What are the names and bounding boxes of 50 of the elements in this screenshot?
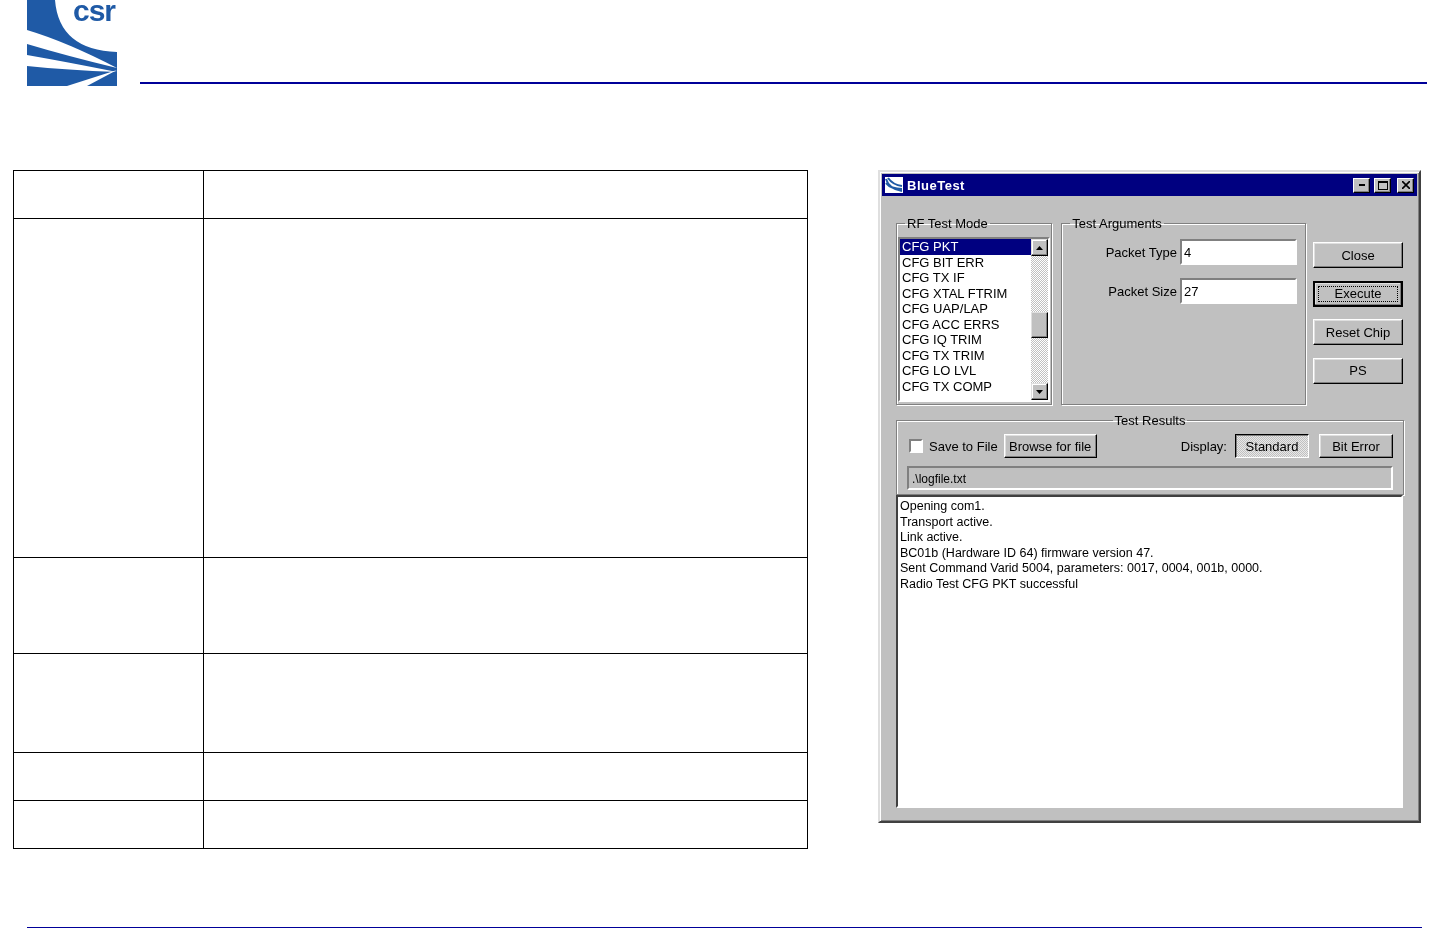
app-icon xyxy=(885,177,903,193)
logo-icon xyxy=(27,0,117,86)
display-toggle[interactable]: Bit Error xyxy=(1319,434,1393,458)
list-item[interactable]: CFG TX IF xyxy=(900,270,1032,286)
up-arrow-icon xyxy=(1036,245,1044,250)
group-label: RF Test Mode xyxy=(906,216,989,231)
list-item[interactable]: CFG XTAL FTRIM xyxy=(900,285,1032,301)
list-item[interactable]: CFG TX COMP xyxy=(900,378,1032,394)
list-item[interactable]: CFG IQ TRIM xyxy=(900,332,1032,348)
input-field[interactable]: 27 xyxy=(1180,278,1297,304)
log-line: Sent Command Varid 5004, parameters: 0017, 0004, 001b, 0000. xyxy=(900,561,1264,577)
list-item[interactable]: CFG ACC ERRS xyxy=(900,316,1032,332)
action-button[interactable]: PS xyxy=(1313,357,1403,384)
file-path-field[interactable]: .\logfile.txt xyxy=(907,466,1393,490)
list-item[interactable]: CFG LO LVL xyxy=(900,363,1032,379)
minimize-icon xyxy=(1358,184,1365,186)
log-line: Link active. xyxy=(900,530,964,546)
list-item[interactable]: CFG PKT xyxy=(900,239,1032,255)
maximize-icon xyxy=(1377,180,1388,190)
checkbox[interactable] xyxy=(909,439,923,453)
log-line: Radio Test CFG PKT successful xyxy=(900,576,1080,592)
input-field[interactable]: 4 xyxy=(1180,239,1297,265)
log-line: Opening com1. xyxy=(900,499,986,515)
group-label: Test Arguments xyxy=(1071,216,1163,231)
scroll-thumb[interactable] xyxy=(1031,312,1049,338)
logo-text: csr xyxy=(72,0,115,28)
display-label: Display: xyxy=(1180,438,1227,454)
log-line: BC01b (Hardware ID 64) firmware version 47. xyxy=(900,545,1155,561)
browse-button[interactable]: Browse for file xyxy=(1003,434,1097,458)
checkbox-label: Save to File xyxy=(929,438,998,454)
log-line: Transport active. xyxy=(900,514,994,530)
display-toggle[interactable]: Standard xyxy=(1235,434,1309,458)
maximize-button[interactable] xyxy=(1374,177,1391,193)
test-mode-list[interactable]: CFG PKT CFG BIT ERR CFG TX IF CFG XTAL FTRIM CFG UAP/LAP CFG ACC ERRS CFG IQ TRIM CFG TX TRIM CFG LO LVL CFG TX COMP xyxy=(898,237,1051,402)
scroll-up-button[interactable] xyxy=(1031,239,1049,256)
action-button[interactable]: Close xyxy=(1313,242,1403,268)
minimize-button[interactable] xyxy=(1353,177,1370,193)
field-label: Packet Type xyxy=(1104,244,1177,260)
field-label: Packet Size xyxy=(1107,283,1177,299)
scroll-down-button[interactable] xyxy=(1031,383,1049,400)
action-button[interactable]: Execute xyxy=(1313,280,1403,307)
list-item[interactable]: CFG BIT ERR xyxy=(900,254,1032,270)
close-button[interactable] xyxy=(1397,177,1414,193)
close-icon xyxy=(1401,181,1410,189)
down-arrow-icon xyxy=(1036,389,1044,394)
list-item[interactable]: CFG TX TRIM xyxy=(900,347,1032,363)
window-title: BlueTest xyxy=(907,177,966,193)
list-item[interactable]: CFG UAP/LAP xyxy=(900,301,1032,317)
group-label: Test Results xyxy=(1113,413,1187,428)
action-button[interactable]: Reset Chip xyxy=(1313,319,1403,345)
